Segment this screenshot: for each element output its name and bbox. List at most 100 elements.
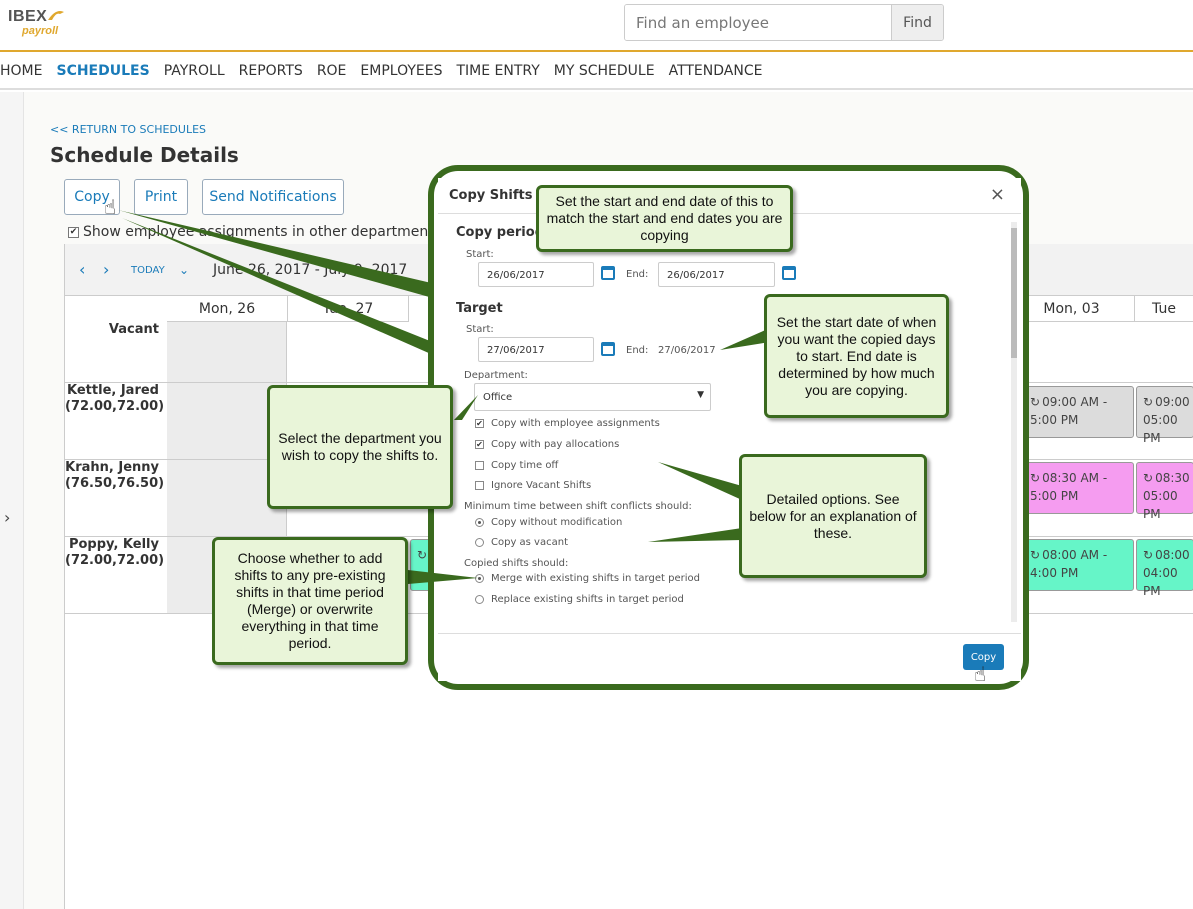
left-gutter: › bbox=[0, 92, 24, 909]
print-button[interactable]: Print bbox=[134, 179, 188, 215]
top-bar: IBEX payroll Find bbox=[0, 0, 1193, 52]
target-heading: Target bbox=[456, 301, 503, 316]
option-pay-allocations[interactable]: ✔ Copy with pay allocations bbox=[475, 439, 619, 450]
dialog-scrollbar[interactable] bbox=[1011, 222, 1017, 622]
return-to-schedules-link[interactable]: << RETURN TO SCHEDULES bbox=[50, 123, 206, 136]
recurring-icon: ↻ bbox=[1030, 548, 1041, 562]
next-chevron-icon[interactable]: › bbox=[103, 260, 109, 279]
copy-end-date-input[interactable]: 26/06/2017 bbox=[658, 262, 775, 287]
shift-end: 04:00 PM bbox=[1143, 566, 1178, 598]
shift-block[interactable]: ↻ 08:00 04:00 PM bbox=[1136, 539, 1193, 598]
employee-row: Poppy, Kelly (72.00,72.00) bbox=[65, 537, 165, 569]
department-label: Department: bbox=[464, 370, 528, 381]
page-title: Schedule Details bbox=[50, 143, 239, 167]
employee-name: Krahn, Jenny bbox=[65, 460, 159, 475]
send-notifications-button[interactable]: Send Notifications bbox=[202, 179, 344, 215]
option-label: Copy with employee assignments bbox=[491, 418, 660, 429]
main-nav: HOME SCHEDULES PAYROLL REPORTS ROE EMPLO… bbox=[0, 54, 1193, 90]
option-ignore-vacant[interactable]: Ignore Vacant Shifts bbox=[475, 480, 591, 491]
pointer-hand-icon: ☝ bbox=[974, 662, 987, 686]
checkbox-icon[interactable] bbox=[475, 481, 484, 490]
radio-selected-icon[interactable] bbox=[475, 574, 484, 583]
radio-icon[interactable] bbox=[475, 595, 484, 604]
recurring-icon: ↻ bbox=[1030, 395, 1041, 409]
day-header: Tue bbox=[1135, 296, 1193, 322]
option-label: Replace existing shifts in target period bbox=[491, 594, 684, 605]
dialog-footer-divider bbox=[438, 633, 1021, 634]
calendar-icon[interactable] bbox=[601, 266, 615, 280]
callout-options: Detailed options. See below for an expla… bbox=[739, 454, 927, 578]
show-other-depts-row[interactable]: ✔ Show employee assignments in other dep… bbox=[68, 224, 441, 240]
checkbox-checked-icon[interactable]: ✔ bbox=[68, 226, 79, 238]
find-button[interactable]: Find bbox=[891, 5, 943, 40]
search-input[interactable] bbox=[625, 5, 891, 40]
day-header: Mon, 26 bbox=[167, 296, 288, 322]
caret-down-icon: ▼ bbox=[697, 390, 704, 400]
radio-icon[interactable] bbox=[475, 538, 484, 547]
date-range: June 26, 2017 - July 9, 2017 bbox=[213, 262, 408, 278]
expand-chevron-icon[interactable]: › bbox=[4, 508, 10, 527]
shift-start: 08:00 AM - bbox=[1042, 548, 1108, 562]
day-header: Tue, 27 bbox=[288, 296, 409, 322]
close-icon[interactable]: × bbox=[990, 184, 1005, 205]
option-employee-assignments[interactable]: ✔ Copy with employee assignments bbox=[475, 418, 660, 429]
option-label: Ignore Vacant Shifts bbox=[491, 480, 592, 491]
option-merge[interactable]: Merge with existing shifts in target per… bbox=[475, 573, 700, 584]
nav-schedules[interactable]: SCHEDULES bbox=[56, 63, 149, 79]
target-start-date-input[interactable]: 27/06/2017 bbox=[478, 337, 594, 362]
today-button[interactable]: TODAY bbox=[131, 265, 165, 276]
shift-end: 05:00 PM bbox=[1143, 489, 1178, 521]
shift-block[interactable]: ↻ 08:00 AM - 4:00 PM bbox=[1023, 539, 1134, 591]
option-copy-time-off[interactable]: Copy time off bbox=[475, 460, 558, 471]
department-select[interactable]: Office ▼ bbox=[474, 383, 711, 411]
option-copy-as-vacant[interactable]: Copy as vacant bbox=[475, 537, 568, 548]
copy-start-date-input[interactable]: 26/06/2017 bbox=[478, 262, 594, 287]
scrollbar-thumb[interactable] bbox=[1011, 228, 1017, 358]
checkbox-checked-icon[interactable]: ✔ bbox=[475, 419, 484, 428]
option-label: Copy as vacant bbox=[491, 537, 568, 548]
prev-chevron-icon[interactable]: ‹ bbox=[79, 260, 85, 279]
nav-roe[interactable]: ROE bbox=[317, 63, 347, 79]
option-label: Copy without modification bbox=[491, 517, 623, 528]
callout-department: Select the department you wish to copy t… bbox=[267, 385, 453, 509]
target-start-label: Start: bbox=[466, 324, 494, 335]
calendar-icon[interactable] bbox=[601, 342, 615, 356]
nav-employees[interactable]: EMPLOYEES bbox=[360, 63, 442, 79]
option-label: Merge with existing shifts in target per… bbox=[491, 573, 700, 584]
logo-swoosh-icon bbox=[48, 11, 64, 20]
option-replace[interactable]: Replace existing shifts in target period bbox=[475, 594, 684, 605]
option-copy-without-modification[interactable]: Copy without modification bbox=[475, 517, 622, 528]
option-label: Copy with pay allocations bbox=[491, 439, 620, 450]
nav-time-entry[interactable]: TIME ENTRY bbox=[456, 63, 539, 79]
checkbox-icon[interactable] bbox=[475, 461, 484, 470]
radio-selected-icon[interactable] bbox=[475, 518, 484, 527]
shift-start: 09:00 bbox=[1155, 395, 1190, 409]
nav-attendance[interactable]: ATTENDANCE bbox=[669, 63, 763, 79]
ibex-logo[interactable]: IBEX payroll bbox=[8, 6, 68, 40]
employee-row-vacant: Vacant bbox=[65, 322, 165, 338]
shift-block[interactable]: ↻ 09:00 AM - 5:00 PM bbox=[1023, 386, 1134, 438]
shift-block[interactable]: ↻ 08:30 05:00 PM bbox=[1136, 462, 1193, 521]
logo-text: IBEX bbox=[8, 8, 48, 25]
shift-end: 4:00 PM bbox=[1030, 566, 1079, 580]
nav-payroll[interactable]: PAYROLL bbox=[164, 63, 225, 79]
shift-start: 08:30 bbox=[1155, 471, 1190, 485]
copy-period-heading: Copy period bbox=[456, 225, 545, 240]
end-label: End: bbox=[626, 269, 649, 280]
shift-end: 5:00 PM bbox=[1030, 413, 1079, 427]
min-time-label: Minimum time between shift conflicts sho… bbox=[464, 501, 692, 512]
calendar-icon[interactable] bbox=[782, 266, 796, 280]
target-end-date: 27/06/2017 bbox=[658, 345, 716, 356]
checkbox-checked-icon[interactable]: ✔ bbox=[475, 440, 484, 449]
recurring-icon: ↻ bbox=[417, 548, 428, 562]
chevron-down-icon[interactable]: ⌄ bbox=[179, 263, 189, 277]
employee-name: Kettle, Jared bbox=[67, 383, 159, 398]
callout-copy-period: Set the start and end date of this to ma… bbox=[536, 185, 793, 252]
shift-end: 05:00 PM bbox=[1143, 413, 1178, 445]
nav-my-schedule[interactable]: MY SCHEDULE bbox=[554, 63, 655, 79]
shift-block[interactable]: ↻ 08:30 AM - 5:00 PM bbox=[1023, 462, 1134, 514]
nav-reports[interactable]: REPORTS bbox=[239, 63, 303, 79]
nav-home[interactable]: HOME bbox=[0, 63, 42, 79]
shift-block[interactable]: ↻ 09:00 05:00 PM bbox=[1136, 386, 1193, 445]
callout-target: Set the start date of when you want the … bbox=[764, 294, 949, 418]
